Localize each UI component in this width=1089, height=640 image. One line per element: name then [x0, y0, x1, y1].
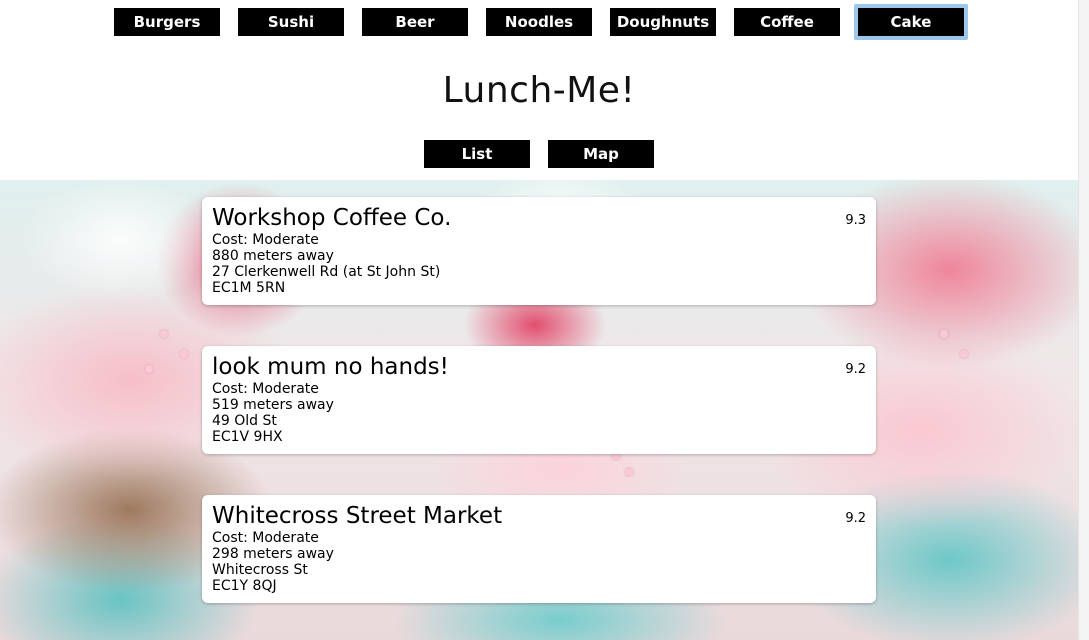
venue-cost: Cost: Moderate: [212, 232, 319, 248]
sprinkle-decoration: [145, 365, 153, 373]
app-title: Lunch-Me!: [442, 70, 636, 111]
vertical-scrollbar[interactable]: [1078, 0, 1089, 640]
venue-cost: Cost: Moderate: [212, 530, 319, 546]
venue-cost: Cost: Moderate: [212, 381, 319, 397]
venue-card[interactable]: look mum no hands! 9.2 Cost: Moderate 51…: [202, 346, 876, 454]
category-button-noodles[interactable]: Noodles: [486, 8, 592, 36]
category-nav: Burgers Sushi Beer Noodles Doughnuts Cof…: [114, 4, 970, 40]
venue-address: 49 Old St: [212, 413, 277, 429]
venue-name[interactable]: Whitecross Street Market: [212, 502, 866, 530]
venue-address: Whitecross St: [212, 562, 308, 578]
sprinkle-decoration: [940, 330, 948, 338]
category-button-coffee[interactable]: Coffee: [734, 8, 840, 36]
venue-name[interactable]: Workshop Coffee Co.: [212, 204, 866, 232]
category-button-cake[interactable]: Cake: [854, 4, 968, 40]
venue-rating: 9.2: [845, 362, 866, 377]
venue-postcode: EC1M 5RN: [212, 280, 286, 296]
venue-postcode: EC1Y 8QJ: [212, 578, 277, 594]
venue-distance: 298 meters away: [212, 546, 334, 562]
category-button-sushi[interactable]: Sushi: [238, 8, 344, 36]
venue-card[interactable]: Whitecross Street Market 9.2 Cost: Moder…: [202, 495, 876, 603]
sprinkle-decoration: [160, 330, 168, 338]
venue-card[interactable]: Workshop Coffee Co. 9.3 Cost: Moderate 8…: [202, 197, 876, 305]
venue-name[interactable]: look mum no hands!: [212, 353, 866, 381]
list-view-button[interactable]: List: [424, 140, 530, 168]
venue-address: 27 Clerkenwell Rd (at St John St): [212, 264, 441, 280]
category-button-burgers[interactable]: Burgers: [114, 8, 220, 36]
sprinkle-decoration: [960, 350, 968, 358]
venue-postcode: EC1V 9HX: [212, 429, 283, 445]
venue-rating: 9.2: [845, 511, 866, 526]
category-button-beer[interactable]: Beer: [362, 8, 468, 36]
venue-distance: 880 meters away: [212, 248, 334, 264]
sprinkle-decoration: [625, 468, 633, 476]
venue-distance: 519 meters away: [212, 397, 334, 413]
category-button-doughnuts[interactable]: Doughnuts: [610, 8, 716, 36]
venue-rating: 9.3: [845, 213, 866, 228]
map-view-button[interactable]: Map: [548, 140, 654, 168]
sprinkle-decoration: [180, 350, 188, 358]
